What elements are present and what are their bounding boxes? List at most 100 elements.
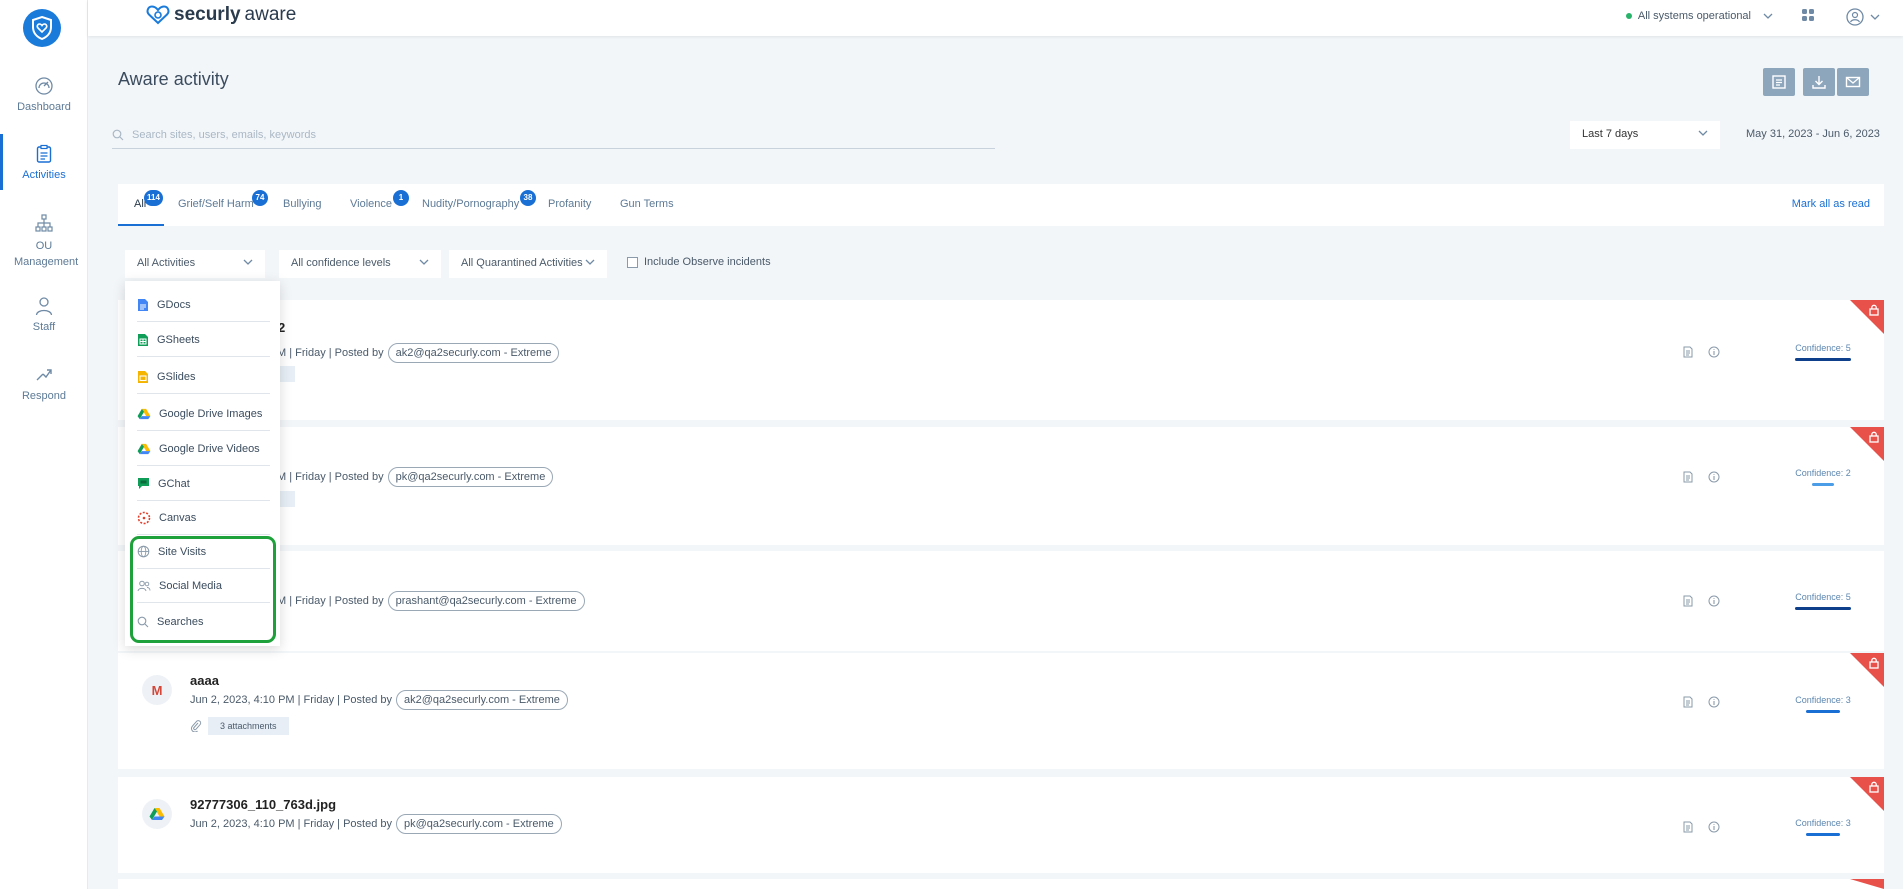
- quarantined-filter[interactable]: All Quarantined Activities: [449, 250, 607, 278]
- apps-grid-icon[interactable]: [1801, 8, 1815, 22]
- download-button[interactable]: [1803, 68, 1835, 96]
- sidebar-item-label: Dashboard: [17, 101, 71, 113]
- dropdown-item-canvas[interactable]: Canvas: [137, 501, 270, 535]
- confidence-label: Confidence: 3: [1795, 818, 1851, 828]
- info-icon[interactable]: [1708, 696, 1720, 708]
- observe-checkbox[interactable]: [627, 256, 638, 268]
- gdocs-icon: [138, 298, 148, 311]
- activities-filter[interactable]: All Activities: [125, 250, 265, 278]
- card-meta: Jun 2, 2023, 4:10 PM | Friday | Posted b…: [190, 814, 562, 834]
- email-button[interactable]: [1837, 68, 1869, 96]
- card-date: Jun 2, 2023, 4:10 PM | Friday | Posted b…: [190, 818, 392, 830]
- activity-card[interactable]: M aaaa Jun 2, 2023, 4:10 PM | Friday | P…: [118, 653, 1884, 769]
- system-status[interactable]: All systems operational: [1625, 10, 1773, 22]
- user-pill[interactable]: prashant@qa2securly.com - Extreme: [387, 591, 585, 611]
- highlight-outline: [130, 536, 276, 643]
- tab-all[interactable]: All 114: [134, 190, 163, 210]
- filter-value: All confidence levels: [291, 257, 391, 269]
- card-title: aaaa: [190, 673, 219, 688]
- tab-nudity-pornography[interactable]: Nudity/Pornography 38: [422, 190, 536, 210]
- user-pill[interactable]: ak2@qa2securly.com - Extreme: [387, 343, 560, 363]
- user-pill[interactable]: pk@qa2securly.com - Extreme: [396, 814, 562, 834]
- securly-shield-logo[interactable]: [23, 9, 61, 47]
- dropdown-item-google-drive-images[interactable]: Google Drive Images: [137, 397, 270, 431]
- dropdown-item-label: Google Drive Videos: [159, 442, 260, 455]
- confidence-filter[interactable]: All confidence levels: [279, 250, 441, 278]
- tab-badge: 74: [252, 190, 268, 206]
- activity-card[interactable]: M | Friday | Posted by pk@qa2securly.com…: [118, 427, 1884, 545]
- securly-heart-logo-icon: [146, 5, 170, 25]
- card-actions: [1682, 471, 1720, 483]
- include-observe-toggle[interactable]: Include Observe incidents: [627, 256, 771, 268]
- info-icon[interactable]: [1708, 821, 1720, 833]
- activity-card[interactable]: M | Friday | Posted by prashant@qa2secur…: [118, 551, 1884, 651]
- activity-card[interactable]: [118, 879, 1884, 889]
- card-date: Jun 2, 2023, 4:10 PM | Friday | Posted b…: [190, 694, 392, 706]
- user-pill[interactable]: ak2@qa2securly.com - Extreme: [396, 690, 568, 710]
- sidebar-item-respond[interactable]: Respond: [0, 365, 88, 402]
- attachments-row: 3 attachments: [190, 717, 289, 735]
- dropdown-item-gsheets[interactable]: GSheets: [137, 323, 270, 357]
- confidence-bar: [1795, 358, 1851, 361]
- status-text: All systems operational: [1637, 10, 1751, 22]
- dropdown-item-gslides[interactable]: GSlides: [137, 360, 270, 394]
- date-range-select[interactable]: Last 7 days: [1570, 121, 1720, 149]
- tab-label: Nudity/Pornography: [422, 198, 520, 210]
- info-icon[interactable]: [1708, 595, 1720, 607]
- chevron-down-icon: [585, 259, 595, 265]
- document-icon[interactable]: [1682, 346, 1694, 358]
- document-icon[interactable]: [1682, 595, 1694, 607]
- confidence-bar: [1812, 483, 1834, 486]
- sidebar-item-activities[interactable]: Activities: [0, 134, 88, 190]
- sidebar: Dashboard Activities OU Management Staff…: [0, 0, 88, 889]
- dropdown-item-gchat[interactable]: GChat: [137, 467, 270, 501]
- tab-bullying[interactable]: Bullying: [283, 198, 322, 210]
- tab-grief-self-harm[interactable]: Grief/Self Harm 74: [178, 190, 268, 210]
- report-button[interactable]: [1763, 68, 1795, 96]
- tab-label: Profanity: [548, 198, 592, 210]
- user-pill[interactable]: pk@qa2securly.com - Extreme: [387, 467, 554, 487]
- sidebar-item-label: OU Management: [14, 240, 79, 268]
- sidebar-item-ou-management[interactable]: OU Management: [0, 213, 88, 270]
- chevron-down-icon: [1763, 13, 1773, 19]
- document-icon[interactable]: [1682, 696, 1694, 708]
- chevron-down-icon[interactable]: [1870, 12, 1880, 22]
- dropdown-item-google-drive-videos[interactable]: Google Drive Videos: [137, 432, 270, 466]
- sidebar-item-staff[interactable]: Staff: [0, 296, 88, 333]
- date-range-text: May 31, 2023 - Jun 6, 2023: [1746, 128, 1880, 140]
- top-bar: securly aware All systems operational: [88, 0, 1903, 36]
- tab-profanity[interactable]: Profanity: [548, 198, 591, 210]
- dropdown-item-label: GChat: [158, 477, 190, 490]
- paperclip-icon: [190, 720, 202, 732]
- brand-logo[interactable]: securly aware: [146, 4, 296, 26]
- account-icon[interactable]: [1846, 8, 1866, 26]
- chevron-down-icon: [243, 259, 253, 265]
- card-actions: [1682, 821, 1720, 833]
- dropdown-item-gdocs[interactable]: GDocs: [137, 288, 270, 322]
- tab-gun-terms[interactable]: Gun Terms: [620, 198, 674, 210]
- mark-all-read-link[interactable]: Mark all as read: [1792, 198, 1870, 210]
- gmail-icon: M: [142, 675, 172, 705]
- gauge-icon: [35, 77, 53, 95]
- tab-violence[interactable]: Violence 1: [350, 190, 409, 210]
- google-drive-icon: [137, 443, 151, 454]
- org-chart-icon: [35, 214, 53, 232]
- search-input[interactable]: [132, 128, 832, 141]
- document-icon[interactable]: [1682, 471, 1694, 483]
- filter-value: All Activities: [137, 257, 196, 269]
- page-title: Aware activity: [118, 69, 229, 89]
- status-dot-icon: [1625, 13, 1632, 19]
- info-icon[interactable]: [1708, 346, 1720, 358]
- confidence-label: Confidence: 2: [1795, 468, 1851, 478]
- brand-product: aware: [244, 4, 297, 25]
- info-icon[interactable]: [1708, 471, 1720, 483]
- confidence-indicator: Confidence: 2: [1790, 468, 1856, 486]
- document-icon[interactable]: [1682, 821, 1694, 833]
- activity-card[interactable]: 92777306_110_763d.jpg Jun 2, 2023, 4:10 …: [118, 777, 1884, 873]
- confidence-indicator: Confidence: 3: [1790, 695, 1856, 713]
- attachments-chip[interactable]: 3 attachments: [208, 717, 289, 735]
- sidebar-item-dashboard[interactable]: Dashboard: [0, 76, 88, 113]
- activity-card[interactable]: 2 M | Friday | Posted by ak2@qa2securly.…: [118, 300, 1884, 420]
- gsheets-icon: [138, 333, 148, 346]
- shield-heart-icon: [32, 16, 52, 40]
